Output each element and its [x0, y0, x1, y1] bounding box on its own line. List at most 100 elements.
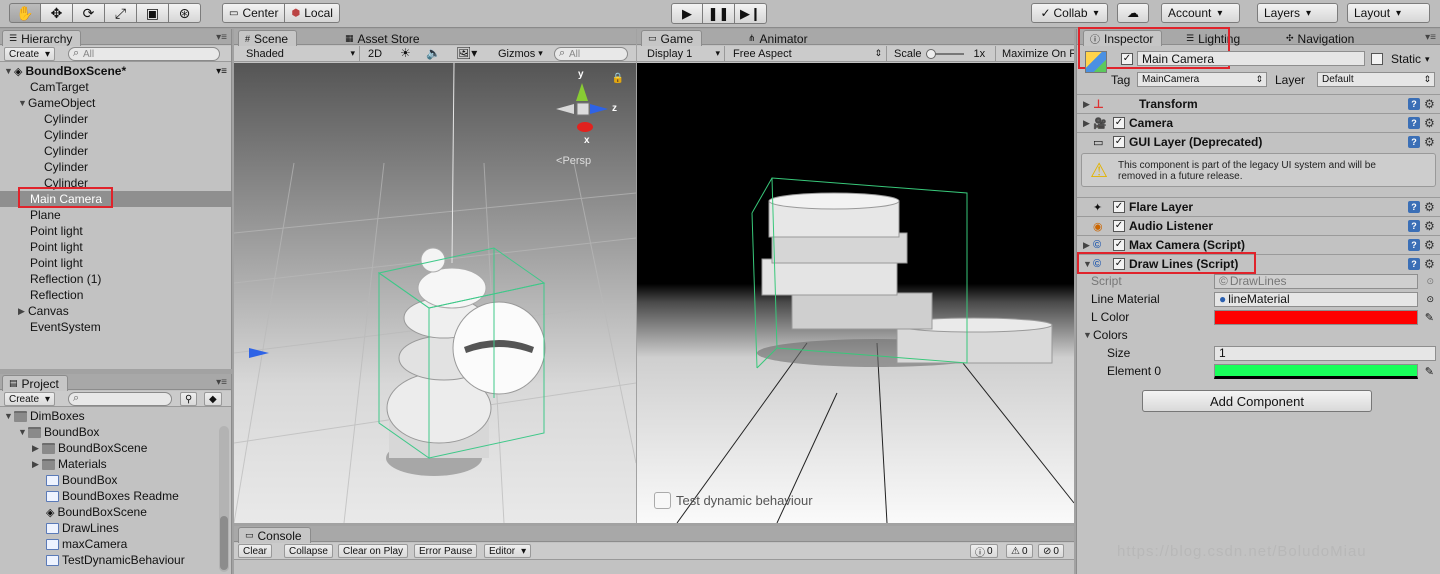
- help-icon[interactable]: ?: [1408, 136, 1420, 148]
- component-enabled-checkbox[interactable]: ✓: [1113, 258, 1125, 270]
- collapse-arrow-icon[interactable]: ▶: [1083, 99, 1093, 110]
- pivot-local-button[interactable]: ⬢ Local: [285, 3, 340, 23]
- console-error-count[interactable]: ⊘ 0: [1038, 544, 1064, 558]
- console-clear-on-play-button[interactable]: Clear on Play: [338, 544, 409, 558]
- collapse-arrow-icon[interactable]: ▶: [1083, 240, 1093, 251]
- hierarchy-item[interactable]: Cylinder: [0, 175, 231, 191]
- component-enabled-checkbox[interactable]: ✓: [1113, 239, 1125, 251]
- expand-arrow-icon[interactable]: ▼: [18, 427, 28, 437]
- eyedropper-icon[interactable]: ✎: [1425, 311, 1434, 324]
- scene-search-input[interactable]: All: [554, 47, 628, 61]
- console-error-pause-button[interactable]: Error Pause: [414, 544, 478, 558]
- step-button[interactable]: ▶❙: [735, 3, 767, 24]
- help-icon[interactable]: ?: [1408, 117, 1420, 129]
- gear-icon[interactable]: ⚙: [1424, 201, 1436, 213]
- component-camera[interactable]: ▶ 🎥 ✓ Camera ? ⚙: [1077, 113, 1440, 132]
- project-item[interactable]: ▶ BoundBoxScene: [0, 440, 217, 456]
- account-dropdown[interactable]: Account: [1161, 3, 1240, 23]
- slider-track[interactable]: [925, 48, 964, 59]
- collab-button[interactable]: ✓ Collab: [1031, 3, 1108, 23]
- hand-tool-icon[interactable]: ✋: [9, 3, 41, 23]
- scene-viewport[interactable]: y z x 🔒 <Persp: [234, 63, 636, 523]
- lock-icon[interactable]: 🔒: [612, 73, 624, 84]
- hierarchy-item[interactable]: Cylinder: [0, 111, 231, 127]
- line-material-reference[interactable]: ● lineMaterial: [1214, 291, 1418, 307]
- persp-label[interactable]: <Persp: [556, 155, 591, 167]
- audio-toggle-icon[interactable]: 🔈: [426, 46, 441, 60]
- scene-root[interactable]: ▼ ◈ BoundBoxScene* ▾≡: [0, 63, 231, 79]
- rotate-tool-icon[interactable]: ⟳: [73, 3, 105, 23]
- help-icon[interactable]: ?: [1408, 239, 1420, 251]
- collapse-arrow-icon[interactable]: ▶: [18, 306, 28, 317]
- panel-menu-icon[interactable]: ▾≡: [216, 377, 227, 388]
- hierarchy-item[interactable]: Plane: [0, 207, 231, 223]
- project-item[interactable]: TestDynamicBehaviour: [0, 552, 217, 568]
- gear-icon[interactable]: ⚙: [1424, 258, 1436, 270]
- gear-icon[interactable]: ⚙: [1424, 98, 1436, 110]
- console-collapse-button[interactable]: Collapse: [284, 544, 333, 558]
- scrollbar-thumb[interactable]: [220, 516, 228, 570]
- tab-inspector[interactable]: ⓘ Inspector: [1083, 30, 1163, 46]
- shading-dropdown[interactable]: Shaded ▾: [234, 46, 360, 61]
- collapse-arrow-icon[interactable]: ▶: [32, 459, 42, 470]
- component-enabled-checkbox[interactable]: ✓: [1113, 117, 1125, 129]
- layers-dropdown[interactable]: Layers: [1257, 3, 1338, 23]
- filter-label-icon[interactable]: ◆: [204, 392, 222, 406]
- hierarchy-item[interactable]: CamTarget: [0, 79, 231, 95]
- rect-tool-icon[interactable]: ▣: [137, 3, 169, 23]
- filter-type-icon[interactable]: ⚲: [180, 392, 198, 406]
- collapse-arrow-icon[interactable]: ▶: [1083, 118, 1093, 129]
- project-scrollbar[interactable]: [219, 426, 229, 572]
- lcolor-swatch[interactable]: [1214, 309, 1418, 325]
- static-checkbox[interactable]: [1371, 53, 1383, 65]
- scale-tool-icon[interactable]: ⤢: [105, 3, 137, 23]
- play-button[interactable]: ▶: [671, 3, 703, 24]
- component-gui-layer[interactable]: ▭ ✓ GUI Layer (Deprecated) ? ⚙: [1077, 132, 1440, 151]
- component-flare-layer[interactable]: ✦ ✓ Flare Layer ? ⚙: [1077, 197, 1440, 216]
- expand-arrow-icon[interactable]: ▼: [18, 98, 28, 108]
- game-viewport[interactable]: Test dynamic behaviour: [637, 63, 1074, 523]
- tab-hierarchy[interactable]: ☰ Hierarchy: [2, 30, 82, 46]
- expand-arrow-icon[interactable]: ▼: [1083, 259, 1093, 269]
- hierarchy-item-main-camera[interactable]: Main Camera: [0, 191, 231, 207]
- component-transform[interactable]: ▶ ⊥ Transform ? ⚙: [1077, 94, 1440, 113]
- component-max-camera[interactable]: ▶ © ✓ Max Camera (Script) ? ⚙: [1077, 235, 1440, 254]
- panel-menu-icon[interactable]: ▾≡: [216, 32, 227, 43]
- toggle-checkbox[interactable]: [654, 492, 671, 509]
- hierarchy-item[interactable]: Reflection (1): [0, 271, 231, 287]
- collapse-arrow-icon[interactable]: ▶: [32, 443, 42, 454]
- layer-dropdown[interactable]: Default ⇕: [1317, 72, 1435, 87]
- hierarchy-search-input[interactable]: All: [68, 47, 220, 61]
- add-component-button[interactable]: Add Component: [1142, 390, 1372, 412]
- element0-swatch[interactable]: [1214, 363, 1418, 379]
- pivot-center-button[interactable]: ▭ Center: [222, 3, 286, 23]
- active-checkbox[interactable]: ✓: [1121, 53, 1133, 65]
- project-item[interactable]: ▶ Materials: [0, 456, 217, 472]
- help-icon[interactable]: ?: [1408, 201, 1420, 213]
- project-create-button[interactable]: Create: [4, 392, 56, 406]
- project-item[interactable]: maxCamera: [0, 536, 217, 552]
- project-item[interactable]: BoundBoxes Readme: [0, 488, 217, 504]
- tag-dropdown[interactable]: MainCamera ⇕: [1137, 72, 1267, 87]
- tab-project[interactable]: ▤ Project: [2, 375, 68, 391]
- layout-dropdown[interactable]: Layout: [1347, 3, 1430, 23]
- gear-icon[interactable]: ⚙: [1424, 239, 1436, 251]
- expand-arrow-icon[interactable]: ▼: [4, 66, 14, 76]
- help-icon[interactable]: ?: [1408, 220, 1420, 232]
- colors-size-input[interactable]: 1: [1214, 345, 1436, 361]
- tab-scene[interactable]: # Scene: [238, 30, 298, 46]
- hierarchy-item[interactable]: ▼ GameObject: [0, 95, 231, 111]
- effects-toggle-icon[interactable]: 🖼▾: [456, 46, 477, 60]
- console-warning-count[interactable]: ⚠ 0: [1006, 544, 1033, 558]
- pause-button[interactable]: ❚❚: [703, 3, 735, 24]
- gizmos-dropdown[interactable]: Gizmos ▾: [498, 46, 543, 61]
- component-enabled-checkbox[interactable]: ✓: [1113, 220, 1125, 232]
- gear-icon[interactable]: ⚙: [1424, 136, 1436, 148]
- hierarchy-item[interactable]: Cylinder: [0, 159, 231, 175]
- component-enabled-checkbox[interactable]: ✓: [1113, 136, 1125, 148]
- eyedropper-icon[interactable]: ✎: [1425, 365, 1434, 378]
- expand-arrow-icon[interactable]: ▼: [1083, 330, 1093, 340]
- object-picker-icon[interactable]: ⊙: [1426, 294, 1434, 305]
- console-info-count[interactable]: ⓘ 0: [970, 544, 998, 559]
- hierarchy-item[interactable]: ▶ Canvas: [0, 303, 231, 319]
